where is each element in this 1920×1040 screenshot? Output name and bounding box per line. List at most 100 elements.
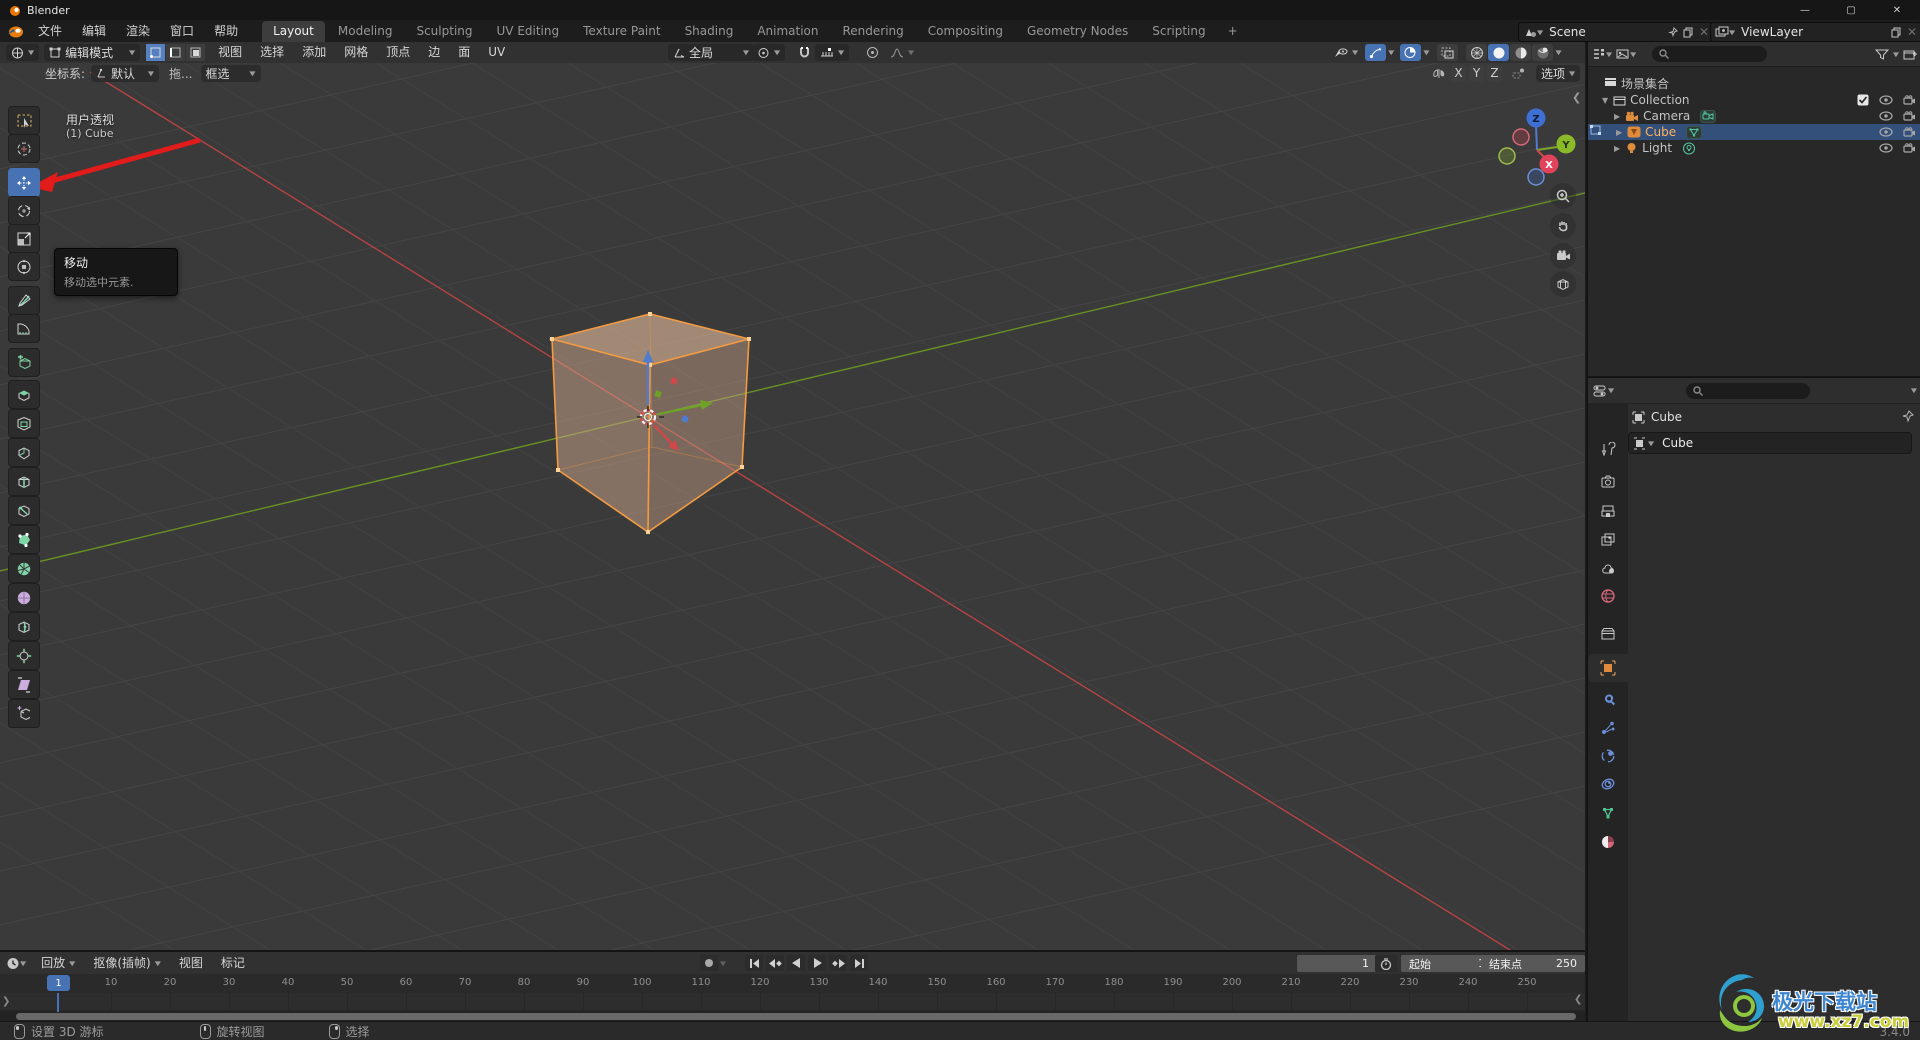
properties-tab-material[interactable] — [1588, 828, 1628, 856]
viewport-menu-view[interactable]: 视图 — [209, 42, 251, 63]
properties-search-input[interactable] — [1686, 382, 1811, 399]
snap-target-icon[interactable] — [1511, 67, 1527, 80]
timeline-menu-playback[interactable]: 回放 ▼ — [32, 953, 84, 974]
outliner-row-collection[interactable]: ▼ Collection — [1588, 92, 1920, 108]
blender-icon[interactable] — [7, 25, 24, 38]
close-button[interactable]: ✕ — [1874, 0, 1920, 20]
face-select-button[interactable] — [186, 44, 206, 61]
zoom-view-button[interactable] — [1550, 183, 1576, 209]
pan-view-button[interactable] — [1550, 213, 1576, 239]
scene-dropdown-chevron[interactable]: ▼ — [1537, 28, 1543, 35]
outliner-row-camera[interactable]: ▶ Camera — [1588, 108, 1920, 124]
frame-tick-10[interactable]: 10 — [105, 977, 118, 988]
vertex-select-button[interactable] — [146, 44, 166, 61]
frame-tick-160[interactable]: 160 — [986, 977, 1005, 988]
prev-keyframe-button[interactable] — [766, 955, 784, 971]
xray-toggle[interactable] — [1437, 44, 1459, 61]
spin-tool-button[interactable] — [8, 554, 40, 583]
mirror-x-button[interactable]: X — [1451, 64, 1466, 82]
properties-editor-type-dropdown[interactable]: ▼ — [1593, 384, 1614, 397]
menu-window[interactable]: 窗口 — [160, 20, 204, 42]
edge-slide-tool-button[interactable] — [8, 612, 40, 641]
cursor-tool-button[interactable] — [8, 134, 40, 163]
menu-edit[interactable]: 编辑 — [72, 20, 116, 42]
rotate-tool-button[interactable] — [8, 196, 40, 225]
frame-start-field[interactable]: 起始1 — [1401, 955, 1493, 972]
viewport-menu-edge[interactable]: 边 — [419, 42, 449, 63]
frame-tick-150[interactable]: 150 — [927, 977, 946, 988]
bevel-tool-button[interactable] — [8, 438, 40, 467]
hide-viewport-icon[interactable] — [1879, 111, 1893, 121]
timeline-menu-marker[interactable]: 标记 — [212, 953, 254, 974]
hide-viewport-icon[interactable] — [1879, 127, 1893, 137]
add-workspace-button[interactable]: + — [1217, 21, 1249, 42]
play-button[interactable] — [808, 955, 826, 971]
nav-neg-z-axis[interactable] — [1527, 168, 1545, 186]
select-box-tool-button[interactable] — [8, 106, 40, 135]
frame-tick-20[interactable]: 20 — [164, 977, 177, 988]
transform-tool-button[interactable] — [8, 252, 40, 281]
outliner-item-label[interactable]: Cube — [1645, 125, 1676, 139]
timeline-scrollbar-thumb[interactable] — [16, 1013, 1576, 1020]
mode-dropdown[interactable]: 编辑模式 ▼ — [44, 44, 141, 61]
frame-tick-90[interactable]: 90 — [577, 977, 590, 988]
overlays-toggle[interactable] — [1400, 44, 1422, 61]
outliner-item-label[interactable]: 场景集合 — [1621, 75, 1669, 92]
mirror-icon[interactable] — [1432, 67, 1448, 80]
properties-tab-object[interactable] — [1588, 654, 1628, 682]
frame-tick-200[interactable]: 200 — [1222, 977, 1241, 988]
mirror-y-button[interactable]: Y — [1469, 64, 1484, 82]
frame-tick-60[interactable]: 60 — [400, 977, 413, 988]
properties-tab-scene[interactable] — [1588, 554, 1628, 582]
move-tool-button[interactable] — [8, 168, 40, 197]
viewport-menu-face[interactable]: 面 — [449, 42, 479, 63]
smooth-tool-button[interactable] — [8, 583, 40, 612]
workspace-tab-geometry-nodes[interactable]: Geometry Nodes — [1016, 21, 1139, 42]
new-collection-icon[interactable] — [1903, 48, 1918, 61]
nav-neg-y-axis[interactable] — [1498, 147, 1516, 165]
viewport-menu-vertex[interactable]: 顶点 — [377, 42, 419, 63]
properties-tab-world[interactable] — [1588, 582, 1628, 610]
timeline-collapse-arrow[interactable]: ❮ — [1574, 994, 1582, 1005]
auto-key-button[interactable] — [700, 955, 718, 971]
knife-tool-button[interactable] — [8, 496, 40, 525]
properties-tab-physics[interactable] — [1588, 742, 1628, 770]
pin-icon[interactable] — [1667, 26, 1679, 38]
current-frame-marker[interactable]: 1 — [47, 975, 70, 991]
object-name-value[interactable]: Cube — [1662, 436, 1693, 450]
properties-options-chevron[interactable]: ▼ — [1911, 387, 1917, 394]
outliner-row-scene-collection[interactable]: 场景集合 — [1588, 75, 1920, 91]
frame-tick-50[interactable]: 50 — [341, 977, 354, 988]
workspace-tab-uv-editing[interactable]: UV Editing — [486, 21, 571, 42]
outliner-display-mode-dropdown[interactable]: ▼ — [1592, 48, 1612, 60]
outliner-item-label[interactable]: Camera — [1643, 109, 1690, 123]
properties-tab-data[interactable] — [1588, 800, 1628, 828]
expand-chevron[interactable]: ▶ — [1616, 128, 1622, 137]
viewlayer-dropdown-chevron[interactable]: ▼ — [1729, 28, 1735, 35]
play-reverse-button[interactable] — [787, 955, 805, 971]
snap-toggle[interactable] — [794, 44, 815, 61]
workspace-tab-modeling[interactable]: Modeling — [327, 21, 404, 42]
show-gizmo-visibility-dropdown[interactable]: ▼ — [1328, 44, 1363, 61]
outliner-row-light[interactable]: ▶ Light — [1588, 140, 1920, 156]
properties-tab-view-layer[interactable] — [1588, 526, 1628, 554]
frame-tick-140[interactable]: 140 — [868, 977, 887, 988]
properties-tab-render[interactable] — [1588, 468, 1628, 496]
snap-settings-dropdown[interactable]: ▼ — [815, 44, 850, 61]
minimize-button[interactable]: — — [1782, 0, 1828, 20]
frame-tick-190[interactable]: 190 — [1163, 977, 1182, 988]
timeline-editor-type-dropdown[interactable]: ▼ — [6, 957, 26, 970]
solid-shading-button[interactable] — [1488, 44, 1510, 61]
jump-to-end-button[interactable] — [850, 955, 868, 971]
viewport-menu-mesh[interactable]: 网格 — [335, 42, 377, 63]
camera-data-icon[interactable] — [1700, 109, 1717, 123]
new-scene-icon[interactable] — [1683, 27, 1694, 38]
viewport-menu-select[interactable]: 选择 — [251, 42, 293, 63]
unlink-scene-icon[interactable]: ✕ — [1699, 25, 1709, 39]
menu-file[interactable]: 文件 — [28, 20, 72, 42]
expand-chevron[interactable]: ▶ — [1614, 112, 1620, 121]
frame-tick-40[interactable]: 40 — [282, 977, 295, 988]
frame-end-field[interactable]: 结束点 250 — [1481, 955, 1585, 972]
keying-dropdown-chevron[interactable]: ▼ — [720, 959, 726, 966]
remove-viewlayer-icon[interactable]: ✕ — [1907, 25, 1917, 39]
